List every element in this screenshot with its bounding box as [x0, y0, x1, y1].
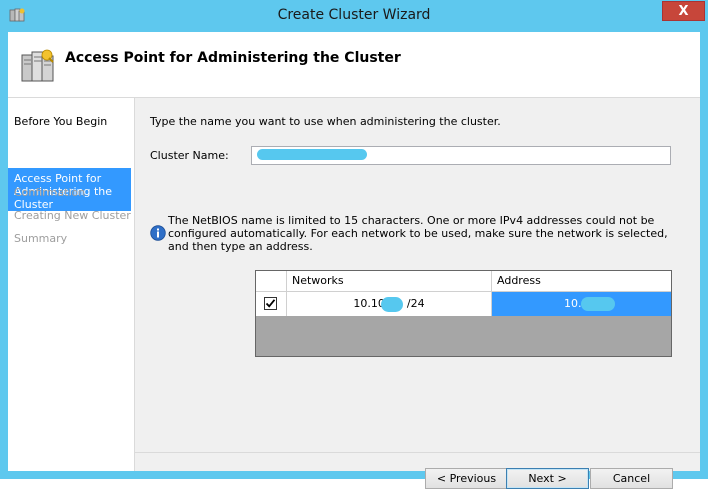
- netbios-info-text: The NetBIOS name is limited to 15 charac…: [168, 214, 668, 253]
- grid-header-check: [256, 271, 287, 291]
- page-title: Access Point for Administering the Clust…: [65, 50, 401, 66]
- footer-divider: [135, 452, 700, 453]
- wizard-content: Type the name you want to use when admin…: [135, 98, 700, 489]
- networks-grid[interactable]: Networks Address 10.10/24: [255, 270, 672, 357]
- redaction-mark: [381, 297, 403, 312]
- network-value-suffix: /24: [406, 297, 425, 310]
- wizard-steps-panel: Before You Begin Access Point for Admini…: [8, 98, 135, 471]
- wizard-client-area: Access Point for Administering the Clust…: [8, 32, 700, 489]
- table-row[interactable]: 10.10/24 10.10.: [256, 292, 671, 316]
- window-title: Create Cluster Wizard: [277, 7, 431, 23]
- redaction-mark: [581, 297, 615, 311]
- instruction-text: Type the name you want to use when admin…: [150, 115, 501, 128]
- info-icon: [150, 225, 166, 241]
- grid-header-networks: Networks: [287, 271, 492, 291]
- grid-header-address: Address: [497, 274, 541, 287]
- wizard-header: Access Point for Administering the Clust…: [8, 32, 700, 98]
- cluster-name-label: Cluster Name:: [150, 149, 229, 162]
- close-icon: X: [678, 3, 689, 19]
- cluster-servers-icon: [21, 49, 54, 82]
- network-checkbox[interactable]: [264, 297, 277, 310]
- step-before-you-begin[interactable]: Before You Begin: [14, 115, 107, 128]
- step-confirmation: Confirmation: [14, 186, 86, 199]
- close-button[interactable]: X: [662, 1, 705, 21]
- grid-cell-check: [256, 292, 287, 316]
- redaction-mark: [257, 149, 367, 160]
- checkmark-icon: [265, 299, 276, 308]
- step-creating-new-cluster: Creating New Cluster: [14, 209, 131, 222]
- wizard-window: Create Cluster Wizard X Access Point for…: [0, 0, 708, 489]
- step-summary: Summary: [14, 232, 68, 245]
- grid-header: Networks Address: [256, 271, 671, 292]
- title-bar[interactable]: Create Cluster Wizard X: [0, 0, 708, 32]
